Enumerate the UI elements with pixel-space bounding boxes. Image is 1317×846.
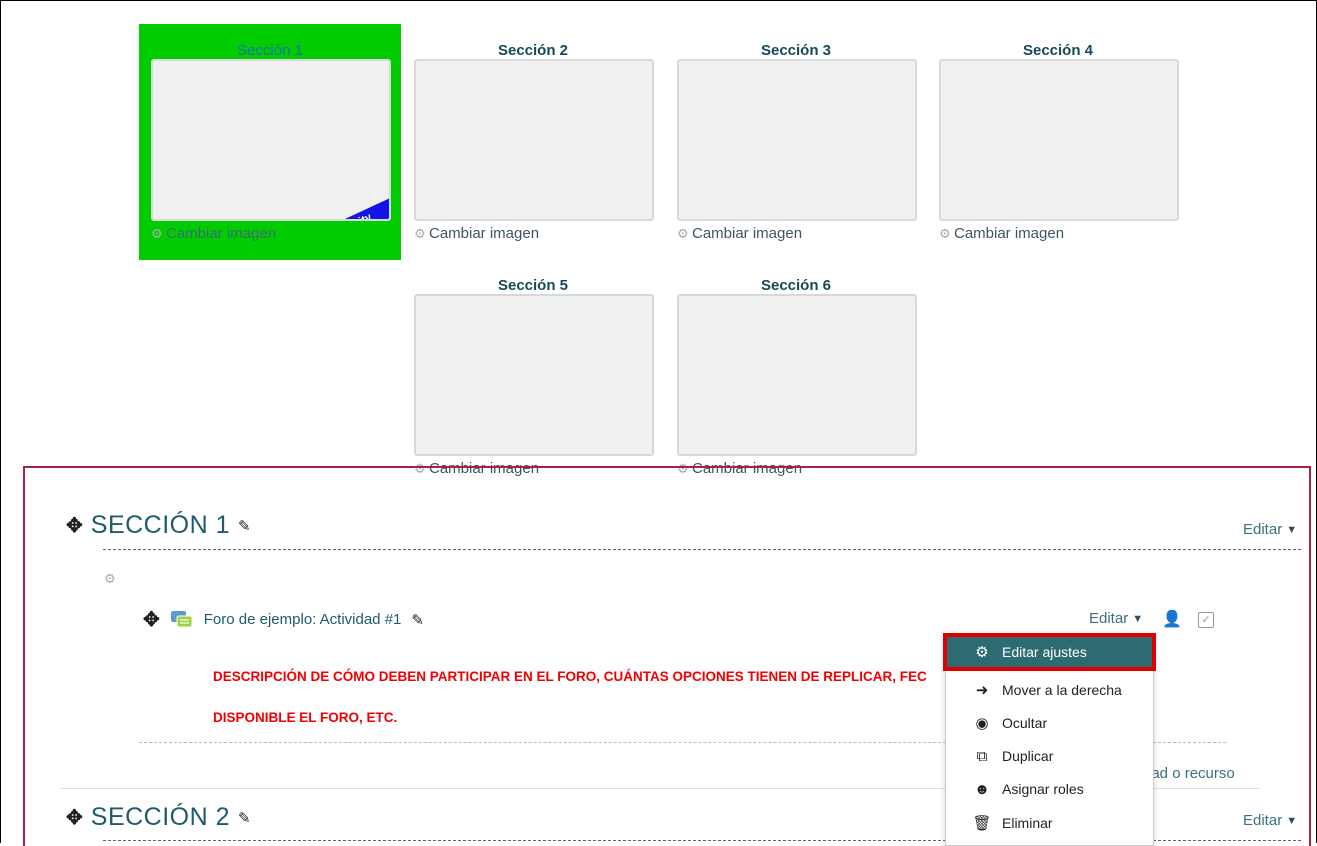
menu-item-edit-settings[interactable]: ⚙ Editar ajustes bbox=[943, 633, 1156, 671]
caret-down-icon: ▼ bbox=[1132, 612, 1144, 625]
activity-description-line2: DISPONIBLE EL FORO, ETC. bbox=[213, 710, 398, 725]
tile-title[interactable]: Sección 1 bbox=[139, 42, 401, 59]
change-image-link[interactable]: ⚙ Cambiar imagen bbox=[151, 225, 276, 242]
tile-image[interactable] bbox=[414, 294, 654, 456]
tile-image[interactable] bbox=[414, 59, 654, 221]
completion-checkbox-icon[interactable]: ✓ bbox=[1198, 612, 1214, 628]
activity-edit-dropdown: ⚙ Editar ajustes ➜ Mover a la derecha ◉ Ocu… bbox=[943, 633, 1156, 846]
pencil-icon[interactable]: ✎ bbox=[238, 809, 251, 827]
section-edit-menu[interactable]: Editar ▼ bbox=[1243, 812, 1297, 829]
tile-title[interactable]: Sección 5 bbox=[402, 277, 664, 294]
section-tile-4[interactable]: Sección 4 ⚙ Cambiar imagen bbox=[927, 24, 1189, 260]
section-tile-3[interactable]: Sección 3 ⚙ Cambiar imagen bbox=[665, 24, 927, 260]
caret-down-icon: ▼ bbox=[1286, 523, 1298, 536]
tile-image[interactable]: New Activity bbox=[151, 59, 391, 221]
tile-title[interactable]: Sección 4 bbox=[927, 42, 1189, 59]
activity-description-line1: DESCRIPCIÓN DE CÓMO DEBEN PARTICIPAR EN … bbox=[213, 669, 927, 684]
menu-item-delete[interactable]: 🗑 Eliminar bbox=[946, 807, 1153, 839]
move-icon[interactable]: ✥ bbox=[66, 513, 83, 538]
menu-item-move-right[interactable]: ➜ Mover a la derecha bbox=[946, 674, 1153, 706]
user-icon[interactable]: 👤 bbox=[1162, 609, 1182, 629]
caret-down-icon: ▼ bbox=[1286, 814, 1298, 827]
menu-item-duplicate[interactable]: ⧉ Duplicar bbox=[946, 740, 1153, 772]
user-circle-icon: ☻ bbox=[974, 780, 990, 798]
activity-edit-menu[interactable]: Editar ▼ bbox=[1089, 610, 1143, 627]
tile-title[interactable]: Sección 3 bbox=[665, 42, 927, 59]
gear-icon: ⚙ bbox=[975, 644, 989, 661]
tile-image[interactable] bbox=[677, 59, 917, 221]
section-tile-1[interactable]: Sección 1 New Activity ⚙Cambiar imagen bbox=[139, 24, 401, 260]
tile-image[interactable] bbox=[939, 59, 1179, 221]
menu-item-assign-roles[interactable]: ☻ Asignar roles bbox=[946, 773, 1153, 805]
tile-title[interactable]: Sección 6 bbox=[665, 277, 927, 294]
change-image-link[interactable]: ⚙ Cambiar imagen bbox=[414, 225, 539, 242]
section-tile-2[interactable]: Sección 2 ⚙ Cambiar imagen bbox=[402, 24, 664, 260]
pencil-icon[interactable]: ✎ bbox=[238, 517, 251, 535]
arrow-right-icon: ➜ bbox=[975, 682, 989, 699]
move-icon[interactable]: ✥ bbox=[66, 805, 83, 830]
gear-icon[interactable]: ⚙ bbox=[104, 571, 116, 587]
section-tile-6[interactable]: Sección 6 ⚙ Cambiar imagen bbox=[665, 259, 927, 495]
gear-icon: ⚙ bbox=[414, 226, 426, 241]
move-icon[interactable]: ✥ bbox=[143, 607, 160, 632]
activity-name-link[interactable]: Foro de ejemplo: Actividad #1 bbox=[204, 611, 402, 628]
activity-row: ✥ Foro de ejemplo: Actividad #1 ✎ bbox=[143, 607, 424, 632]
tile-image[interactable] bbox=[677, 294, 917, 456]
eye-icon: ◉ bbox=[975, 715, 989, 732]
copy-icon: ⧉ bbox=[976, 747, 988, 765]
gear-icon: ⚙ bbox=[939, 226, 951, 241]
pencil-icon[interactable]: ✎ bbox=[411, 611, 424, 629]
section-title[interactable]: SECCIÓN 2 bbox=[91, 803, 230, 832]
section-tile-5[interactable]: Sección 5 ⚙ Cambiar imagen bbox=[402, 259, 664, 495]
divider bbox=[103, 549, 1301, 550]
section-title[interactable]: SECCIÓN 1 bbox=[91, 511, 230, 540]
change-image-link[interactable]: ⚙ Cambiar imagen bbox=[939, 225, 1064, 242]
change-image-link[interactable]: ⚙ Cambiar imagen bbox=[677, 225, 802, 242]
new-activity-badge: New Activity bbox=[274, 192, 389, 219]
section-2-header: ✥ SECCIÓN 2 ✎ bbox=[66, 803, 251, 832]
gear-icon: ⚙ bbox=[151, 226, 163, 241]
add-activity-link[interactable]: dad o recurso bbox=[1143, 765, 1235, 782]
menu-item-hide[interactable]: ◉ Ocultar bbox=[946, 707, 1153, 739]
section-1-header: ✥ SECCIÓN 1 ✎ bbox=[66, 511, 251, 540]
trash-icon: 🗑 bbox=[972, 815, 992, 832]
section-edit-menu[interactable]: Editar ▼ bbox=[1243, 521, 1297, 538]
forum-icon bbox=[170, 610, 193, 627]
tile-title[interactable]: Sección 2 bbox=[402, 42, 664, 59]
gear-icon: ⚙ bbox=[677, 226, 689, 241]
